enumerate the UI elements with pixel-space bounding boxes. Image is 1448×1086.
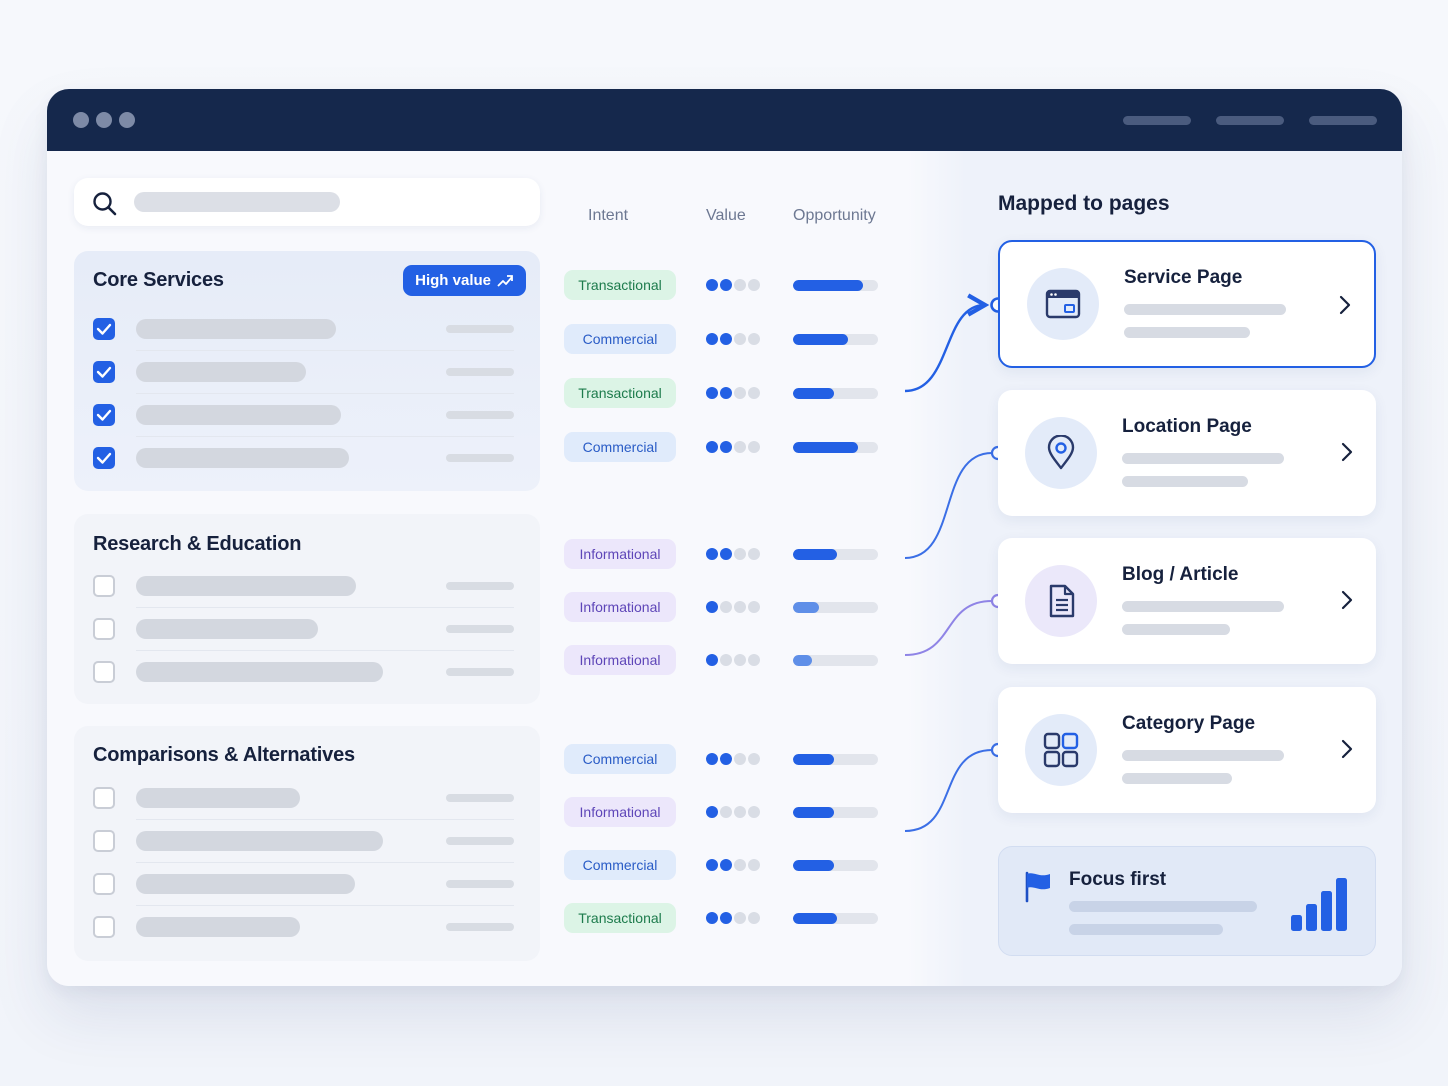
card-line-placeholder	[1122, 624, 1230, 635]
card-title: Location Page	[1122, 416, 1252, 437]
page-card-blog[interactable]: Blog / Article	[998, 538, 1376, 664]
app-window: Core Services High value Research & Educ…	[47, 89, 1402, 986]
card-icon-wrap	[1025, 714, 1097, 786]
card-title: Category Page	[1122, 713, 1256, 734]
mapped-title: Mapped to pages	[998, 192, 1170, 215]
page-card-category[interactable]: Category Page	[998, 687, 1376, 813]
card-line-placeholder	[1122, 476, 1248, 487]
card-line-placeholder	[1122, 773, 1232, 784]
chevron-right-icon	[1339, 295, 1351, 315]
connector-category	[904, 749, 993, 832]
chevron-right-icon	[1341, 739, 1353, 759]
map-pin-icon	[1047, 435, 1075, 470]
focus-line-placeholder	[1069, 924, 1223, 935]
card-line-placeholder	[1124, 327, 1250, 338]
card-icon-wrap	[1025, 565, 1097, 637]
chevron-right-icon	[1341, 442, 1353, 462]
card-line-placeholder	[1122, 601, 1284, 612]
card-icon-wrap	[1027, 268, 1099, 340]
card-line-placeholder	[1124, 304, 1286, 315]
focus-title: Focus first	[1069, 869, 1167, 890]
connector-location	[904, 452, 993, 559]
bar-chart-icon	[1291, 878, 1347, 931]
document-icon	[1049, 584, 1075, 618]
card-title: Service Page	[1124, 267, 1243, 288]
page-card-location[interactable]: Location Page	[998, 390, 1376, 516]
card-line-placeholder	[1122, 750, 1284, 761]
focus-line-placeholder	[1069, 901, 1257, 912]
page-card-service[interactable]: Service Page	[998, 240, 1376, 368]
card-icon-wrap	[1025, 417, 1097, 489]
card-title: Blog / Article	[1122, 564, 1239, 585]
chevron-right-icon	[1341, 590, 1353, 610]
focus-first-card[interactable]: Focus first	[998, 846, 1376, 956]
browser-window-icon	[1045, 289, 1081, 319]
grid-icon	[1043, 732, 1079, 768]
card-line-placeholder	[1122, 453, 1284, 464]
connector-service	[904, 293, 990, 393]
connector-blog	[904, 600, 993, 656]
flag-icon	[1025, 871, 1050, 903]
